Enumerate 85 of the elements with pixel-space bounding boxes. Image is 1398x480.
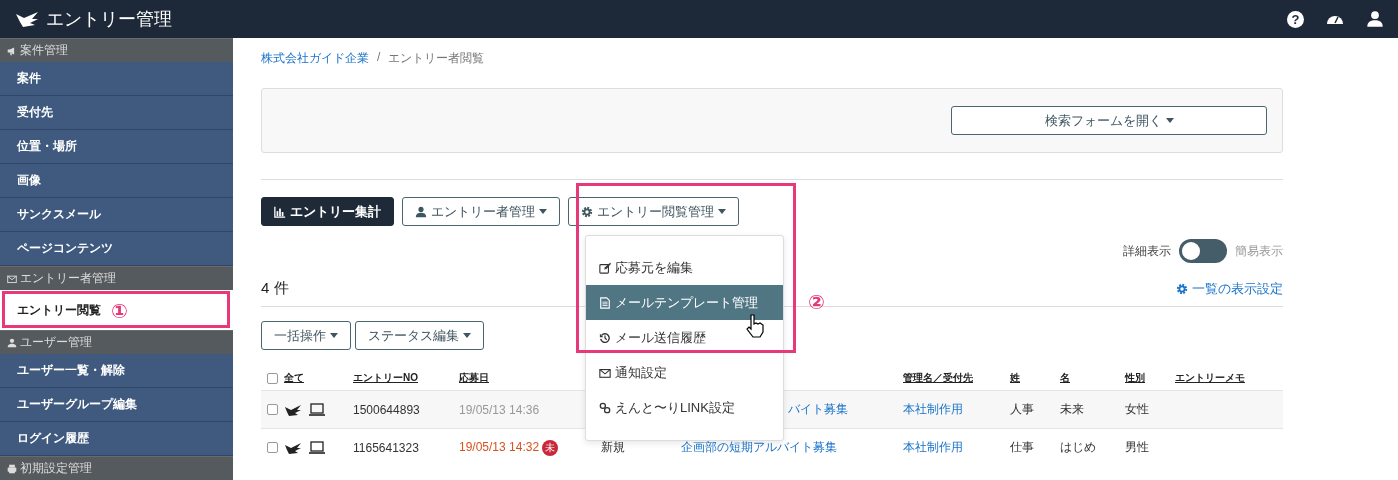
entry-summary-button[interactable]: エントリー集計 bbox=[261, 197, 394, 226]
unread-badge: 未 bbox=[542, 439, 559, 456]
bird-logo-icon bbox=[14, 10, 40, 28]
settings-icon bbox=[1176, 282, 1188, 295]
caret-icon bbox=[1165, 118, 1174, 123]
list-display-settings-link[interactable]: 一覧の表示設定 bbox=[1176, 279, 1283, 298]
user-icon[interactable] bbox=[1366, 10, 1384, 28]
bulk-dropdown-button[interactable]: ステータス編集 bbox=[355, 321, 484, 350]
column-header[interactable]: 応募日 bbox=[459, 372, 489, 383]
laptop-icon bbox=[308, 402, 326, 417]
history-icon bbox=[599, 331, 611, 344]
breadcrumb-separator: / bbox=[377, 50, 381, 66]
sidebar-item[interactable]: サンクスメール bbox=[0, 198, 233, 232]
job-link[interactable]: 企画部の短期アルバイト募集 bbox=[681, 440, 837, 454]
open-search-form-button[interactable]: 検索フォームを開く bbox=[951, 106, 1267, 135]
column-header[interactable]: 管理名／受付先 bbox=[903, 372, 973, 383]
recipient-link[interactable]: 本社制作用 bbox=[903, 440, 963, 454]
caret-icon bbox=[539, 209, 547, 214]
menu-item[interactable]: メール送信履歴 bbox=[586, 320, 783, 355]
select-all-checkbox[interactable] bbox=[267, 372, 278, 384]
bird-icon bbox=[284, 403, 302, 416]
sidebar-item[interactable]: 受付先 bbox=[0, 96, 233, 130]
bar-chart-icon bbox=[274, 205, 286, 218]
table-cell-text: 仕事 bbox=[1010, 439, 1035, 456]
step-number: ② bbox=[808, 290, 825, 314]
table-cell-text: 男性 bbox=[1125, 439, 1150, 456]
link-icon bbox=[599, 401, 611, 414]
envelope-icon bbox=[599, 366, 611, 379]
sidebar-item[interactable]: ユーザーグループ編集 bbox=[0, 388, 233, 422]
table-cell-text: 1500644893 bbox=[353, 402, 421, 417]
step-number: ① bbox=[111, 299, 128, 323]
breadcrumb-link[interactable]: 株式会社ガイド企業 bbox=[261, 50, 369, 67]
sidebar-item[interactable]: 画像 bbox=[0, 164, 233, 198]
bulk-dropdown-button[interactable]: 一括操作 bbox=[261, 321, 351, 350]
caret-icon bbox=[463, 333, 471, 338]
section-title: 初期設定管理 bbox=[20, 460, 92, 477]
caret-icon bbox=[718, 209, 726, 214]
table-cell-text: 人事 bbox=[1010, 401, 1035, 418]
table-cell-text: 未来 bbox=[1060, 401, 1085, 418]
edit-icon bbox=[599, 261, 611, 274]
column-header: 全て bbox=[284, 371, 304, 385]
settings-icon bbox=[581, 205, 593, 218]
row-checkbox[interactable] bbox=[267, 404, 278, 415]
hand-cursor-icon bbox=[745, 314, 765, 338]
table-cell-text: はじめ bbox=[1060, 439, 1097, 456]
toggle-label: 詳細表示 bbox=[1123, 242, 1171, 260]
breadcrumb-current: エントリー者閲覧 bbox=[388, 50, 485, 67]
menu-item[interactable]: 応募元を編集 bbox=[586, 250, 783, 285]
bird-icon bbox=[284, 441, 302, 454]
view-toggle-switch[interactable] bbox=[1179, 239, 1227, 263]
section-title: エントリー者管理 bbox=[20, 270, 116, 287]
column-header[interactable]: エントリーNO bbox=[353, 372, 418, 383]
row-checkbox[interactable] bbox=[267, 442, 278, 453]
laptop-icon bbox=[308, 440, 326, 455]
megaphone-icon bbox=[7, 45, 17, 56]
section-title: 案件管理 bbox=[20, 42, 68, 59]
result-count: 4 件 bbox=[261, 279, 289, 298]
menu-item[interactable]: 通知設定 bbox=[586, 355, 783, 390]
column-header[interactable]: 性別 bbox=[1125, 372, 1145, 383]
dropdown-button[interactable]: エントリー者管理 bbox=[402, 197, 560, 226]
table-cell: 19/05/13 14:36 bbox=[459, 402, 540, 417]
recipient-link[interactable]: 本社制作用 bbox=[903, 402, 963, 416]
document-icon bbox=[599, 296, 611, 309]
envelope-icon bbox=[7, 273, 17, 284]
dropdown-button[interactable]: エントリー閲覧管理 bbox=[568, 197, 739, 226]
user-icon bbox=[415, 205, 427, 218]
menu-item[interactable]: えんと〜りLINK設定 bbox=[586, 390, 783, 425]
sidebar-item[interactable]: 案件 bbox=[0, 62, 233, 96]
menu-item[interactable]: メールテンプレート管理 bbox=[586, 285, 783, 320]
sidebar-item[interactable]: ユーザー一覧・解除 bbox=[0, 354, 233, 388]
help-button[interactable]: ? bbox=[1287, 10, 1304, 28]
column-header[interactable]: 姓 bbox=[1010, 372, 1020, 383]
section-title: ユーザー管理 bbox=[20, 334, 92, 351]
column-header[interactable]: エントリーメモ bbox=[1175, 372, 1245, 383]
user-icon bbox=[7, 337, 17, 348]
toggle-label: 簡易表示 bbox=[1235, 242, 1283, 260]
caret-icon bbox=[330, 333, 338, 338]
table-cell: 新規 bbox=[601, 440, 625, 454]
printer-icon bbox=[7, 463, 17, 474]
table-cell-text: 女性 bbox=[1125, 401, 1150, 418]
table-cell-text: 1165641323 bbox=[353, 440, 420, 455]
sidebar-item[interactable]: 位置・場所 bbox=[0, 130, 233, 164]
app-title: エントリー管理 bbox=[46, 8, 173, 31]
column-header[interactable]: 名 bbox=[1060, 372, 1070, 383]
table-cell: 19/05/13 14:32 bbox=[459, 439, 540, 454]
